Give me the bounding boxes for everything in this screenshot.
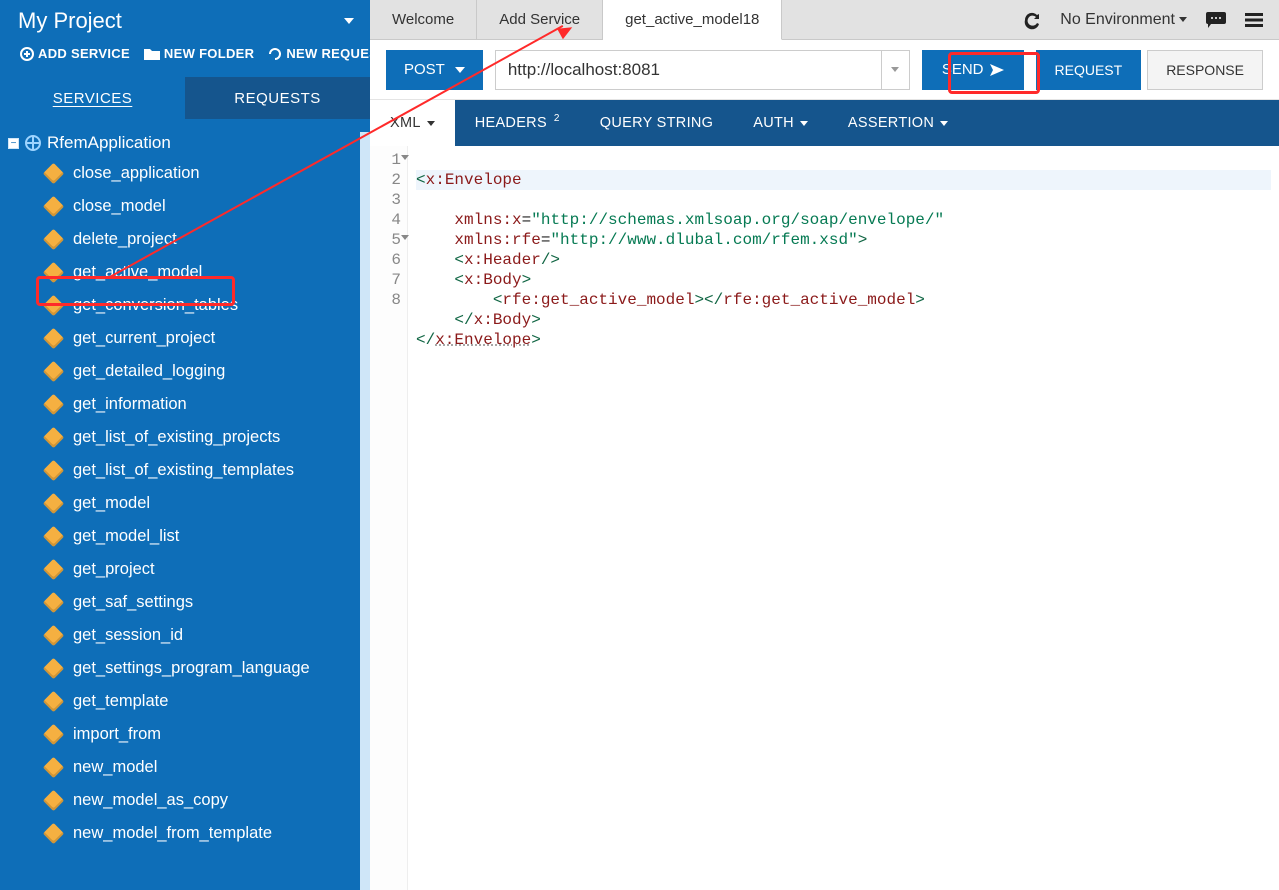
chevron-down-icon xyxy=(1179,17,1187,22)
tab-request[interactable]: REQUEST xyxy=(1036,50,1142,90)
operation-icon xyxy=(43,592,64,613)
operation-icon xyxy=(43,526,64,547)
tree-root-label: RfemApplication xyxy=(47,133,171,153)
operation-icon xyxy=(43,460,64,481)
tree-item-get-model-list[interactable]: get_model_list xyxy=(0,520,370,553)
tab-welcome[interactable]: Welcome xyxy=(370,0,477,39)
chevron-down-icon xyxy=(940,121,948,126)
chevron-down-icon xyxy=(455,67,465,73)
operation-icon xyxy=(43,394,64,415)
folder-icon xyxy=(144,47,160,60)
tree-item-get-information[interactable]: get_information xyxy=(0,388,370,421)
tree-item-get-template[interactable]: get_template xyxy=(0,685,370,718)
project-title[interactable]: My Project xyxy=(18,8,122,34)
tab-requests[interactable]: REQUESTS xyxy=(185,77,370,119)
tree-item-close-application[interactable]: close_application xyxy=(0,157,370,190)
add-service-button[interactable]: ADD SERVICE xyxy=(14,44,136,63)
operation-icon xyxy=(43,823,64,844)
operation-icon xyxy=(43,229,64,250)
subtab-headers[interactable]: HEADERS2 xyxy=(455,100,580,146)
sidebar: My Project ADD SERVICE NEW FOLDER NEW RE… xyxy=(0,0,370,890)
tree-item-delete-project[interactable]: delete_project xyxy=(0,223,370,256)
tree-item-get-current-project[interactable]: get_current_project xyxy=(0,322,370,355)
tree-item-get-settings-program-language[interactable]: get_settings_program_language xyxy=(0,652,370,685)
operation-icon xyxy=(43,361,64,382)
operation-icon xyxy=(43,493,64,514)
operation-icon xyxy=(43,559,64,580)
tree-item-get-list-of-existing-templates[interactable]: get_list_of_existing_templates xyxy=(0,454,370,487)
tree-root[interactable]: − RfemApplication xyxy=(0,129,370,157)
operation-icon xyxy=(43,196,64,217)
http-method-button[interactable]: POST xyxy=(386,50,483,90)
collapse-toggle-icon[interactable]: − xyxy=(8,138,19,149)
service-tree: − RfemApplication close_application clos… xyxy=(0,119,370,890)
request-icon xyxy=(268,47,282,61)
menu-icon[interactable] xyxy=(1245,12,1263,28)
tree-item-get-detailed-logging[interactable]: get_detailed_logging xyxy=(0,355,370,388)
tab-response[interactable]: RESPONSE xyxy=(1147,50,1263,90)
tree-item-get-project[interactable]: get_project xyxy=(0,553,370,586)
tree-item-close-model[interactable]: close_model xyxy=(0,190,370,223)
tree-item-get-saf-settings[interactable]: get_saf_settings xyxy=(0,586,370,619)
operation-icon xyxy=(43,790,64,811)
code-content[interactable]: <x:Envelope xmlns:x="http://schemas.xmls… xyxy=(408,146,1279,890)
url-bar: POST SEND REQUEST RESPONSE xyxy=(370,40,1279,100)
url-history-dropdown[interactable] xyxy=(881,51,909,89)
operation-icon xyxy=(43,328,64,349)
environment-select[interactable]: No Environment xyxy=(1060,11,1187,29)
operation-icon xyxy=(43,724,64,745)
tree-item-new-model-from-template[interactable]: new_model_from_template xyxy=(0,817,370,850)
tree-item-get-active-model[interactable]: get_active_model xyxy=(0,256,370,289)
comment-icon[interactable] xyxy=(1205,11,1227,29)
operation-icon xyxy=(43,427,64,448)
request-sub-tabs: XML HEADERS2 QUERY STRING AUTH ASSERTION xyxy=(370,100,1279,146)
tab-add-service[interactable]: Add Service xyxy=(477,0,603,39)
new-folder-button[interactable]: NEW FOLDER xyxy=(138,44,260,63)
operation-icon xyxy=(43,295,64,316)
tree-item-get-list-of-existing-projects[interactable]: get_list_of_existing_projects xyxy=(0,421,370,454)
operation-icon xyxy=(43,163,64,184)
chevron-down-icon xyxy=(891,67,899,72)
operation-icon xyxy=(43,625,64,646)
subtab-query-string[interactable]: QUERY STRING xyxy=(580,100,733,146)
tree-item-get-conversion-tables[interactable]: get_conversion_tables xyxy=(0,289,370,322)
sidebar-scrollbar[interactable] xyxy=(360,132,370,890)
tab-services[interactable]: SERVICES xyxy=(0,77,185,119)
tree-item-get-model[interactable]: get_model xyxy=(0,487,370,520)
refresh-icon[interactable] xyxy=(1022,10,1042,30)
tree-item-new-model[interactable]: new_model xyxy=(0,751,370,784)
tree-item-new-model-as-copy[interactable]: new_model_as_copy xyxy=(0,784,370,817)
chevron-down-icon xyxy=(427,121,435,126)
chevron-down-icon xyxy=(800,121,808,126)
tree-item-import-from[interactable]: import_from xyxy=(0,718,370,751)
subtab-assertion[interactable]: ASSERTION xyxy=(828,100,968,146)
topbar: Welcome Add Service get_active_model18 N… xyxy=(370,0,1279,40)
operation-icon xyxy=(43,262,64,283)
code-editor[interactable]: 1 2 3 4 5 6 7 8 <x:Envelope xmlns:x="htt… xyxy=(370,146,1279,890)
tab-get-active-model18[interactable]: get_active_model18 xyxy=(603,0,782,40)
globe-icon xyxy=(25,135,41,151)
project-dropdown-icon[interactable] xyxy=(344,18,354,24)
line-gutter: 1 2 3 4 5 6 7 8 xyxy=(370,146,408,890)
subtab-xml[interactable]: XML xyxy=(370,100,455,146)
plus-circle-icon xyxy=(20,47,34,61)
operation-icon xyxy=(43,691,64,712)
tree-item-get-session-id[interactable]: get_session_id xyxy=(0,619,370,652)
url-input[interactable] xyxy=(496,51,881,89)
operation-icon xyxy=(43,658,64,679)
main-panel: Welcome Add Service get_active_model18 N… xyxy=(370,0,1279,890)
operation-icon xyxy=(43,757,64,778)
send-button[interactable]: SEND xyxy=(922,50,1024,90)
send-icon xyxy=(990,64,1004,76)
subtab-auth[interactable]: AUTH xyxy=(733,100,828,146)
